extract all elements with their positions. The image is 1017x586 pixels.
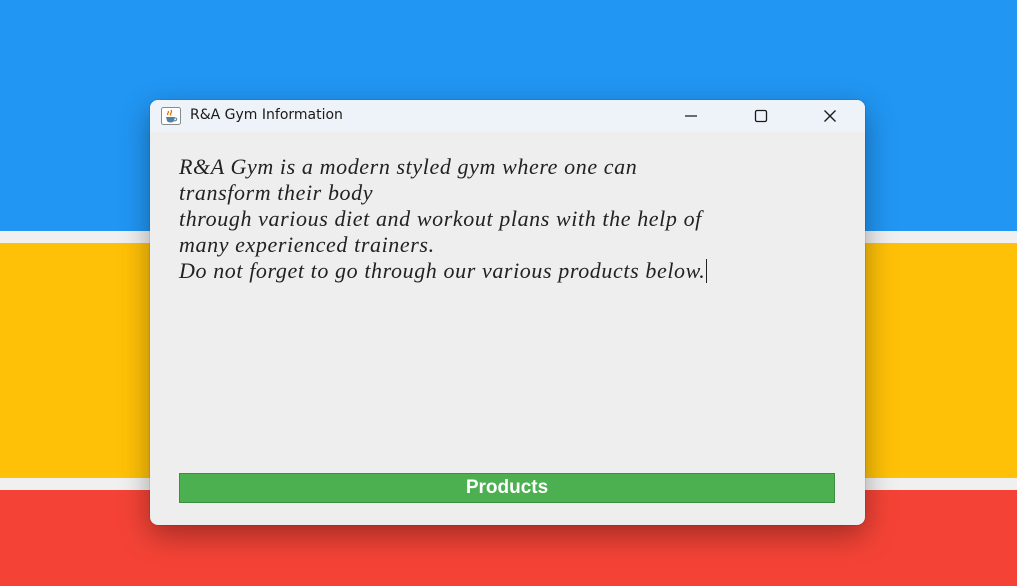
- info-text-line-last: Do not forget to go through our various …: [179, 258, 839, 284]
- window-title: R&A Gym Information: [190, 107, 343, 123]
- maximize-button[interactable]: [738, 100, 784, 132]
- desktop-background: R&A Gym Information R&A Gym is a modern …: [0, 0, 1017, 586]
- java-cup-icon[interactable]: [161, 107, 181, 125]
- info-text-line-content: Do not forget to go through our various …: [179, 258, 706, 283]
- minimize-icon: [685, 115, 697, 117]
- text-cursor: [706, 259, 708, 283]
- info-text-area[interactable]: R&A Gym is a modern styled gym where one…: [179, 154, 839, 454]
- info-text-line: many experienced trainers.: [179, 232, 435, 257]
- close-icon: [824, 110, 836, 122]
- info-text-line: R&A Gym is a modern styled gym where one…: [179, 154, 638, 179]
- info-text-line: through various diet and workout plans w…: [179, 206, 702, 231]
- minimize-button[interactable]: [668, 100, 714, 132]
- content-area: R&A Gym is a modern styled gym where one…: [150, 132, 865, 525]
- close-button[interactable]: [807, 100, 853, 132]
- info-text-line: transform their body: [179, 180, 374, 205]
- products-button[interactable]: Products: [179, 473, 835, 503]
- gym-information-window: R&A Gym Information R&A Gym is a modern …: [150, 100, 865, 525]
- title-bar[interactable]: R&A Gym Information: [150, 100, 865, 132]
- maximize-icon: [754, 109, 768, 123]
